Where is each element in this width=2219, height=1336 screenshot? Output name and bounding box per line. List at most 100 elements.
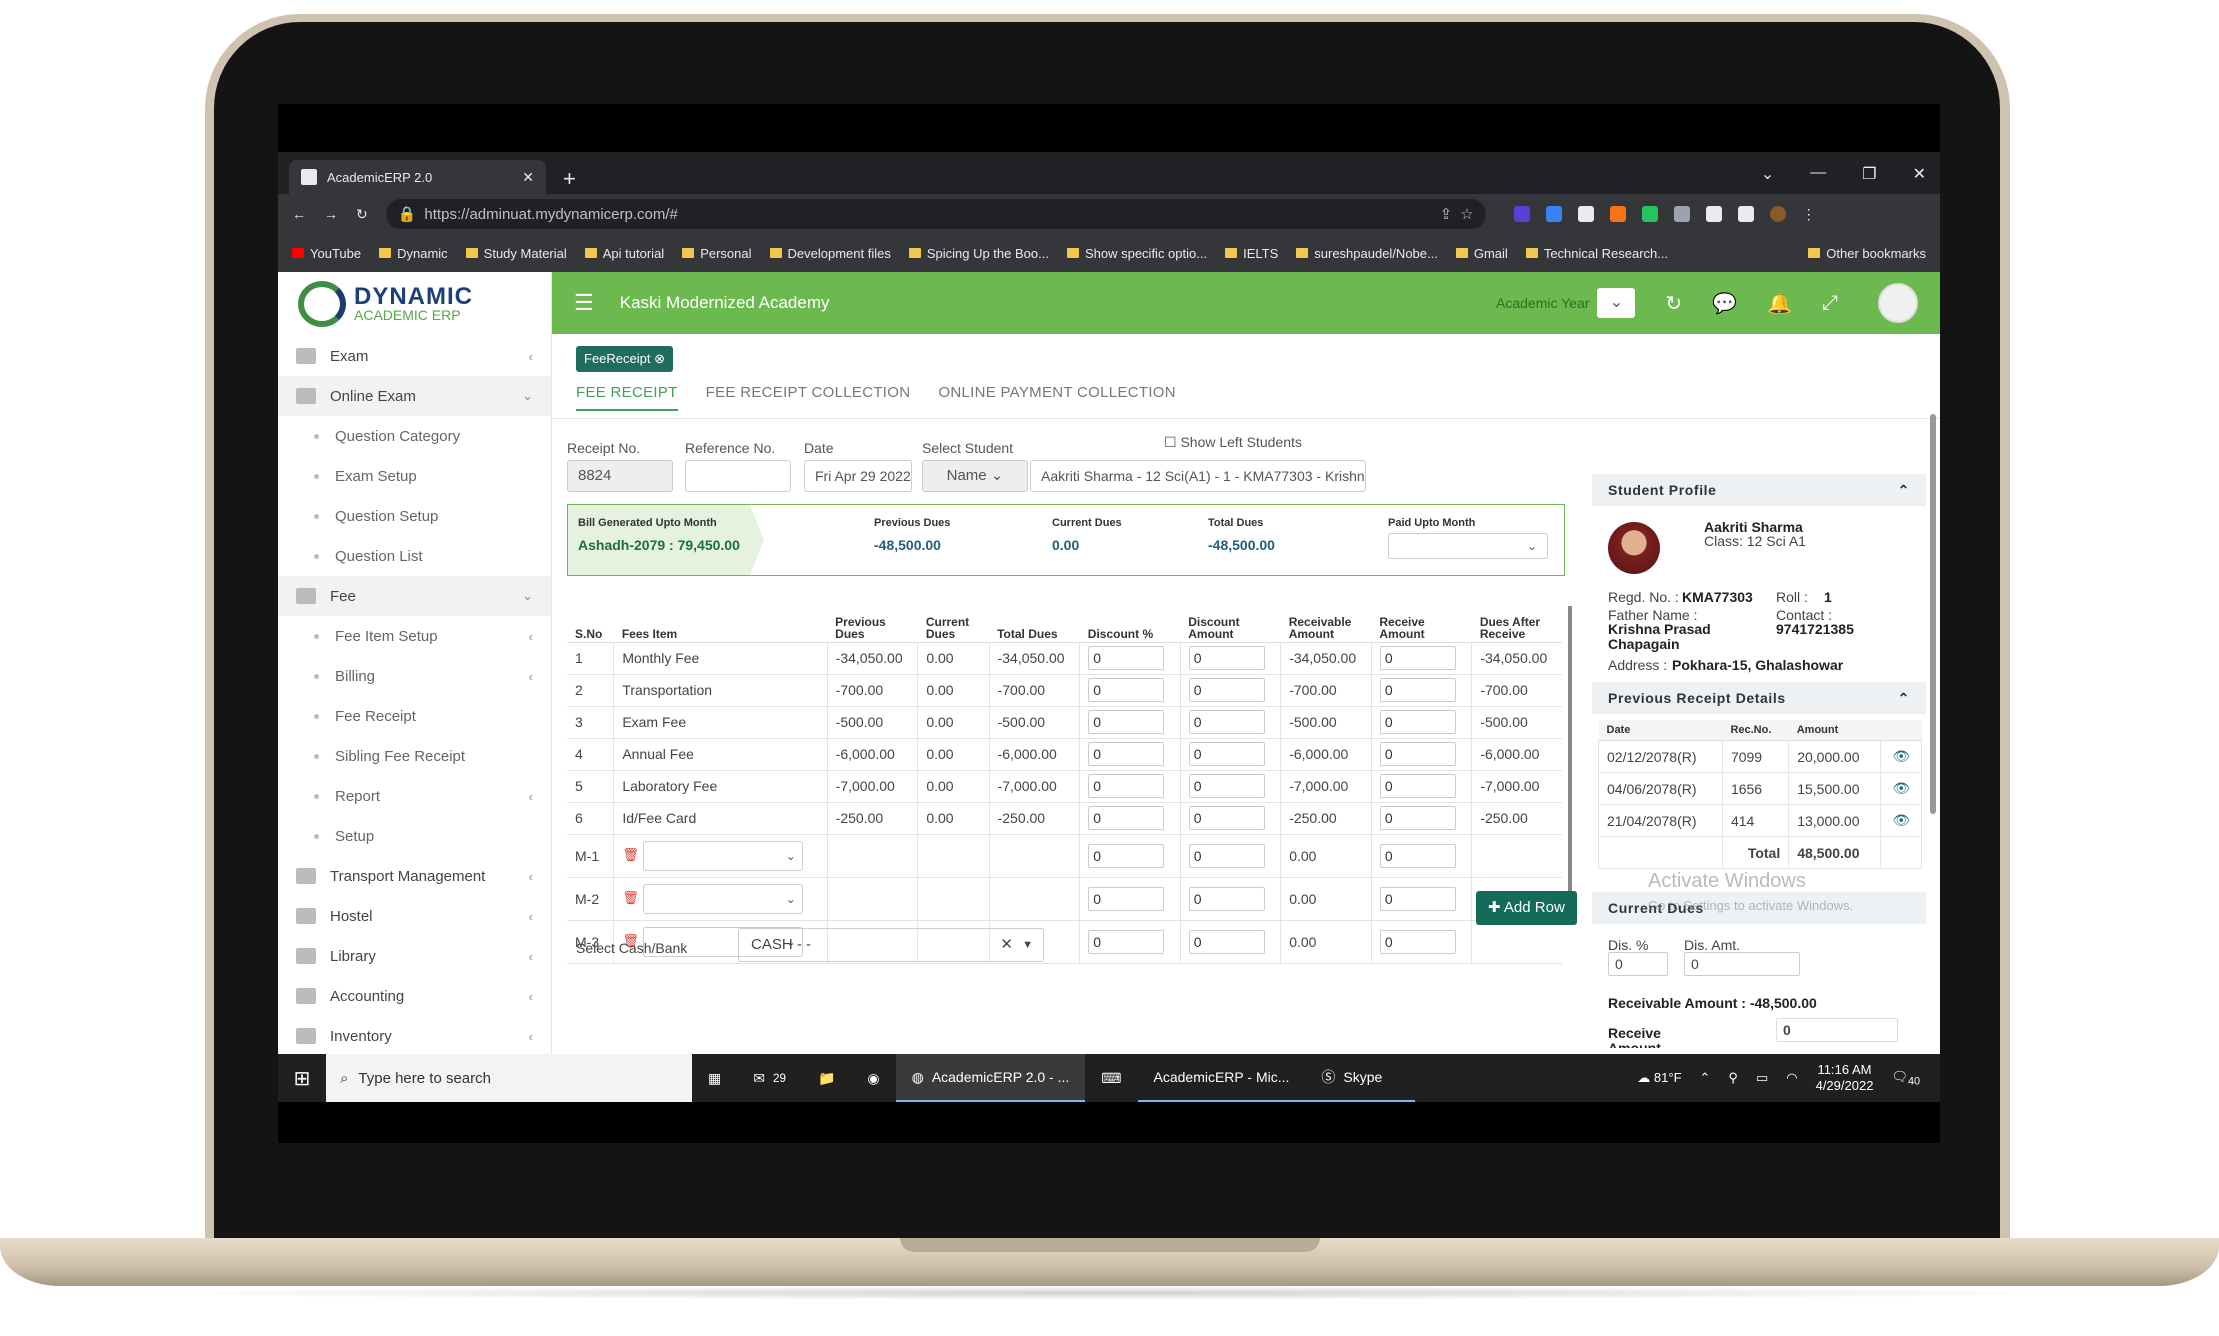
page-scrollbar[interactable] — [1930, 414, 1936, 814]
address-bar[interactable]: 🔒 https://adminuat.mydynamicerp.com/# ⇪ … — [385, 199, 1486, 229]
sidebar-item[interactable]: Exam ‹ — [278, 336, 551, 376]
taskbar-app2[interactable]: AcademicERP - Mic... — [1137, 1054, 1306, 1102]
bookmark-item[interactable]: Gmail — [1455, 246, 1508, 261]
extension-icon[interactable] — [1577, 206, 1594, 222]
reload-icon[interactable]: ↻ — [356, 206, 368, 223]
bookmark-item[interactable]: IELTS — [1225, 246, 1278, 261]
school-emblem[interactable] — [1878, 283, 1918, 323]
eye-icon[interactable]: 👁 — [1880, 804, 1922, 837]
bell-icon[interactable]: 🔔 — [1767, 291, 1792, 316]
sidebar-item[interactable]: Transport Management ‹ — [278, 856, 551, 896]
sidebar-item[interactable]: Library ‹ — [278, 936, 551, 976]
number-input[interactable]: 0 — [1379, 678, 1456, 702]
bookmark-item[interactable]: Technical Research... — [1525, 246, 1668, 261]
bookmark-item[interactable]: Api tutorial — [584, 246, 664, 261]
refresh-icon[interactable]: ↻ — [1665, 291, 1682, 316]
browser-tab[interactable]: AcademicERP 2.0 ✕ — [289, 160, 546, 194]
taskbar-search[interactable]: ⌕ Type here to search — [326, 1054, 692, 1102]
tray-chevron-icon[interactable]: ⌃ — [1700, 1070, 1711, 1086]
taskbar-skype[interactable]: Ⓢ Skype — [1305, 1054, 1416, 1102]
sidebar-subitem[interactable]: Report ‹ — [278, 776, 551, 816]
extension-icon[interactable] — [1609, 206, 1626, 222]
share-icon[interactable]: ⇪ — [1440, 205, 1453, 223]
number-input[interactable]: 0 — [1188, 742, 1265, 766]
sidebar-subitem[interactable]: Billing ‹ — [278, 656, 551, 696]
sidebar-item[interactable]: Accounting ‹ — [278, 976, 551, 1016]
dis-amt-input[interactable]: 0 — [1684, 952, 1800, 976]
tab-online-payment-collection[interactable]: ONLINE PAYMENT COLLECTION — [938, 384, 1176, 411]
extension-icon[interactable] — [1513, 206, 1530, 222]
number-input[interactable]: 0 — [1088, 806, 1165, 830]
number-input[interactable]: 0 — [1188, 806, 1265, 830]
number-input[interactable]: 0 — [1188, 646, 1265, 670]
search-by-select[interactable]: Name ⌄ — [922, 460, 1028, 492]
fullscreen-icon[interactable]: ⤢ — [1822, 292, 1838, 315]
number-input[interactable]: 0 — [1379, 646, 1456, 670]
fee-receipt-chip[interactable]: FeeReceipt ⊗ — [576, 346, 674, 372]
profile-header[interactable]: Student Profile ⌃ — [1592, 474, 1926, 506]
hamburger-icon[interactable]: ☰ — [574, 290, 594, 316]
add-row-button[interactable]: ✚ Add Row — [1476, 891, 1577, 925]
fee-item-select[interactable]: ⌄ — [642, 883, 803, 914]
battery-icon[interactable]: ▭ — [1756, 1070, 1768, 1086]
chevron-down-icon[interactable]: ⌄ — [1761, 164, 1774, 184]
extension-icon[interactable] — [1641, 206, 1658, 222]
close-window-button[interactable]: ✕ — [1913, 164, 1926, 184]
number-input[interactable]: 0 — [1379, 774, 1456, 798]
menu-dots-icon[interactable]: ⋮ — [1802, 206, 1818, 222]
sidebar-item[interactable]: Fee ⌄ — [278, 576, 551, 616]
number-input[interactable]: 0 — [1188, 774, 1265, 798]
student-select[interactable]: Aakriti Sharma - 12 Sci(A1) - 1 - KMA773… — [1030, 460, 1366, 492]
date-field[interactable]: Fri Apr 29 2022 11: — [804, 460, 912, 492]
eye-icon[interactable]: 👁 — [1880, 740, 1922, 773]
clock[interactable]: 11:16 AM 4/29/2022 — [1816, 1062, 1874, 1094]
back-icon[interactable]: ← — [292, 206, 306, 222]
show-left-checkbox[interactable]: ☐ Show Left Students — [1164, 434, 1302, 451]
number-input[interactable]: 0 — [1088, 843, 1165, 868]
number-input[interactable]: 0 — [1088, 929, 1165, 954]
chat-icon[interactable]: 💬 — [1712, 291, 1737, 316]
bookmark-item[interactable]: Study Material — [465, 246, 567, 261]
number-input[interactable]: 0 — [1188, 678, 1265, 702]
paid-upto-select[interactable]: ⌄ — [1388, 533, 1548, 559]
star-icon[interactable]: ☆ — [1460, 205, 1473, 223]
fee-item-select[interactable]: ⌄ — [642, 840, 803, 871]
number-input[interactable]: 0 — [1088, 710, 1165, 734]
windows-start-icon[interactable]: ⊞ — [278, 1066, 326, 1091]
number-input[interactable]: 0 — [1379, 843, 1456, 868]
number-input[interactable]: 0 — [1379, 886, 1456, 911]
extension-icon[interactable] — [1545, 206, 1562, 222]
clear-icon[interactable]: ✕ — [1000, 929, 1013, 961]
profile-avatar[interactable] — [1769, 206, 1786, 222]
sidebar-subitem[interactable]: Question Category — [278, 416, 551, 456]
receipt-no-field[interactable]: 8824 — [567, 460, 673, 492]
number-input[interactable]: 0 — [1188, 886, 1265, 911]
sidebar-item[interactable]: Hostel ‹ — [278, 896, 551, 936]
sidebar-subitem[interactable]: Exam Setup — [278, 456, 551, 496]
number-input[interactable]: 0 — [1379, 742, 1456, 766]
extension-icon[interactable] — [1673, 206, 1690, 222]
chevron-up-icon[interactable]: ⌃ — [1898, 690, 1910, 707]
cash-bank-select[interactable]: CASH - - ✕ ▼ — [738, 928, 1044, 962]
number-input[interactable]: 0 — [1188, 843, 1265, 868]
reference-no-field[interactable] — [685, 460, 791, 492]
wifi-icon[interactable]: ◠ — [1786, 1070, 1797, 1086]
tab-fee-receipt-collection[interactable]: FEE RECEIPT COLLECTION — [706, 384, 911, 411]
bookmark-item[interactable]: Spicing Up the Boo... — [908, 246, 1049, 261]
sidebar-item[interactable]: Inventory ‹ — [278, 1016, 551, 1056]
weather-icon[interactable]: ☁ 81°F — [1637, 1070, 1681, 1086]
number-input[interactable]: 0 — [1088, 774, 1165, 798]
eye-icon[interactable]: 👁 — [1880, 772, 1922, 805]
bookmark-item[interactable]: Development files — [769, 246, 891, 261]
number-input[interactable]: 0 — [1379, 806, 1456, 830]
bookmark-item[interactable]: sureshpaudel/Nobe... — [1296, 246, 1438, 261]
number-input[interactable]: 0 — [1188, 710, 1265, 734]
sidebar-subitem[interactable]: Question List — [278, 536, 551, 576]
trash-icon[interactable]: 🗑 — [622, 890, 639, 905]
academic-year-select[interactable]: ⌄ — [1597, 288, 1636, 318]
taskbar-store-icon[interactable]: ▦ — [692, 1054, 737, 1102]
taskbar-mail-icon[interactable]: ✉ 29 — [737, 1054, 802, 1102]
number-input[interactable]: 0 — [1088, 678, 1165, 702]
logo[interactable]: DYNAMIC ACADEMIC ERP — [278, 272, 551, 336]
sidebar-subitem[interactable]: Fee Receipt — [278, 696, 551, 736]
